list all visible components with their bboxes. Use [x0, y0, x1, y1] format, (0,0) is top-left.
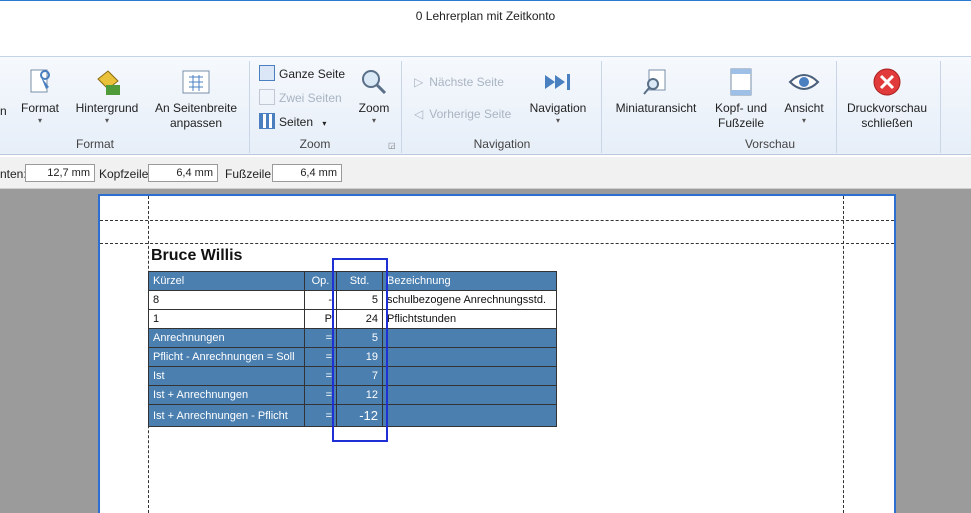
chevron-down-icon: ▾ [37, 116, 42, 125]
summary-label: Ist [148, 366, 305, 386]
miniaturansicht-label: Miniaturansicht [615, 101, 697, 115]
kopfzeile-label: Kopfzeile: [99, 167, 152, 181]
two-pages-icon [259, 89, 275, 105]
fusszeile-label: Fußzeile: [225, 167, 275, 181]
summary-empty [382, 404, 557, 427]
format-icon [30, 69, 50, 93]
format-button[interactable]: Format ▾ [16, 67, 64, 126]
paint-bucket-icon [97, 70, 120, 95]
druckvorschau-schliessen-button[interactable]: Druckvorschau schließen [842, 67, 932, 131]
unten-label: nten: [0, 167, 27, 181]
group-divider [601, 61, 602, 153]
chevron-down-icon: ▾ [555, 116, 560, 125]
close-preview-label-1: Druckvorschau [846, 101, 928, 115]
seiten-label: Seiten [279, 115, 314, 129]
table-cell: 8 [148, 290, 305, 310]
unten-margin-input[interactable]: 12,7 mm [25, 164, 95, 182]
zwei-seiten-label: Zwei Seiten [279, 91, 342, 105]
selection-highlight [332, 258, 388, 442]
eye-icon [788, 74, 820, 90]
single-page-icon [259, 65, 275, 81]
window-title: 0 Lehrerplan mit Zeitkonto [415, 9, 556, 23]
vorherige-seite-label: Vorherige Seite [429, 107, 512, 121]
ansicht-button[interactable]: Ansicht ▾ [780, 67, 828, 126]
group-label-format: Format [75, 137, 114, 151]
zwei-seiten-button[interactable]: Zwei Seiten [259, 89, 342, 107]
zoom-button[interactable]: Zoom ▾ [354, 67, 394, 126]
summary-label: Pflicht - Anrechnungen = Soll [148, 347, 305, 367]
chevron-down-icon: ▾ [371, 116, 376, 125]
summary-label: Anrechnungen [148, 328, 305, 348]
thumbnail-magnifier-icon [643, 69, 666, 95]
column-header: Bezeichnung [382, 271, 557, 291]
summary-empty [382, 347, 557, 367]
navigation-arrows-icon [545, 74, 570, 90]
navigation-label: Navigation [529, 101, 587, 115]
naechste-seite-button[interactable]: ▷ Nächste Seite [414, 73, 504, 91]
chevron-down-icon: ▾ [801, 116, 806, 125]
kopf-label-1: Kopf- und [714, 101, 768, 115]
navigation-button[interactable]: Navigation ▾ [526, 67, 590, 126]
next-page-icon: ▷ [414, 75, 424, 89]
group-divider [940, 61, 941, 153]
group-divider [401, 61, 402, 153]
summary-empty [382, 328, 557, 348]
margin-bar: nten: 12,7 mm Kopfzeile: 6,4 mm Fußzeile… [0, 157, 971, 189]
kopf-label-2: Fußzeile [717, 116, 764, 130]
vorherige-seite-button[interactable]: ◁ Vorherige Seite [414, 105, 511, 123]
ganze-seite-label: Ganze Seite [279, 67, 346, 81]
report-person-name: Bruce Willis [151, 247, 243, 264]
margin-guide-top [100, 243, 894, 244]
miniaturansicht-button[interactable]: Miniaturansicht [612, 67, 700, 116]
table-cell: schulbezogene Anrechnungsstd. [382, 290, 557, 310]
seitenbreite-label-1: An Seitenbreite [154, 101, 238, 115]
ansicht-label: Ansicht [784, 101, 824, 115]
group-label-navigation: Navigation [473, 137, 531, 151]
close-preview-label-2: schließen [861, 116, 913, 130]
summary-label: Ist + Anrechnungen [148, 385, 305, 405]
dialog-launcher-icon[interactable]: ◲ [388, 141, 396, 150]
partial-ribbon-label: n [0, 104, 7, 118]
column-header: Kürzel [148, 271, 305, 291]
kopfzeile-margin-input[interactable]: 6,4 mm [148, 164, 218, 182]
header-footer-icon [730, 68, 752, 96]
summary-label: Ist + Anrechnungen - Pflicht [148, 404, 305, 427]
seitenbreite-label-2: anpassen [169, 116, 223, 130]
hintergrund-label: Hintergrund [75, 101, 139, 115]
naechste-seite-label: Nächste Seite [429, 75, 504, 89]
group-divider [249, 61, 250, 153]
previous-page-icon: ◁ [414, 107, 424, 121]
table-cell: 1 [148, 309, 305, 329]
chevron-down-icon: ▾ [104, 116, 109, 125]
seitenbreite-button[interactable]: An Seitenbreite anpassen [150, 67, 242, 131]
ganze-seite-button[interactable]: Ganze Seite [259, 65, 345, 83]
group-divider [836, 61, 837, 153]
magnifier-icon [362, 70, 387, 95]
margin-guide-header [100, 220, 894, 221]
close-icon [873, 68, 901, 96]
title-bar: 0 Lehrerplan mit Zeitkonto [0, 0, 971, 56]
seiten-button[interactable]: Seiten ▾ [259, 113, 326, 131]
fit-width-icon [182, 70, 210, 94]
fusszeile-margin-input[interactable]: 6,4 mm [272, 164, 342, 182]
chevron-down-icon: ▾ [322, 119, 327, 128]
hintergrund-button[interactable]: Hintergrund ▾ [72, 67, 142, 126]
summary-empty [382, 366, 557, 386]
group-label-zoom: Zoom [299, 137, 331, 151]
ribbon: n Format ▾ Hintergrund ▾ An Seitenbreite… [0, 56, 971, 155]
format-button-label: Format [20, 101, 59, 115]
multi-pages-icon [259, 113, 275, 129]
group-label-vorschau: Vorschau [744, 137, 796, 151]
table-cell: Pflichtstunden [382, 309, 557, 329]
kopf-fusszeile-button[interactable]: Kopf- und Fußzeile [708, 67, 774, 131]
summary-empty [382, 385, 557, 405]
zoom-label: Zoom [358, 101, 390, 115]
